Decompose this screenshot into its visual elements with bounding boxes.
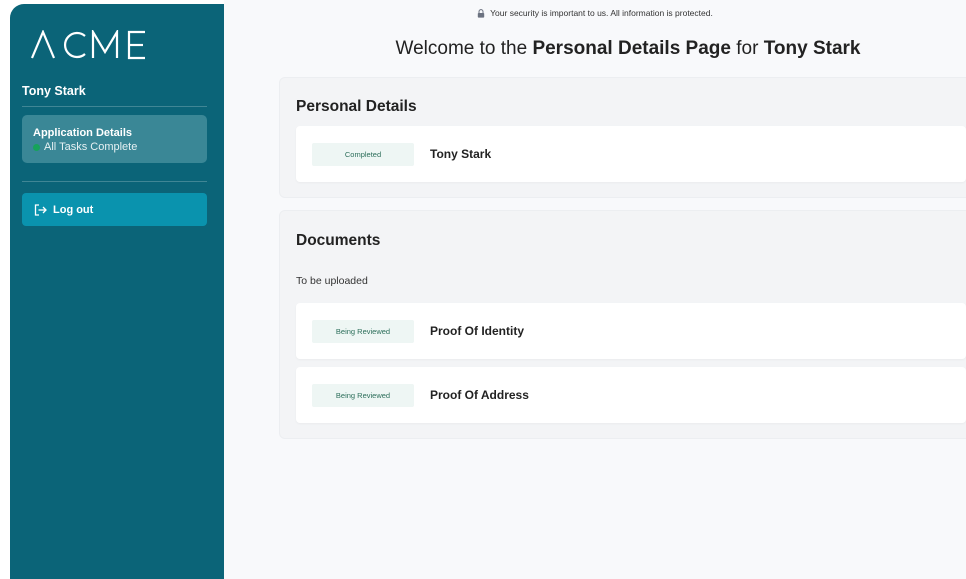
- personal-details-item-label: Tony Stark: [430, 147, 492, 161]
- page-title: Welcome to the Personal Details Page for…: [224, 38, 966, 60]
- security-notice: Your security is important to us. All in…: [224, 8, 966, 18]
- application-status-text: All Tasks Complete: [44, 141, 138, 153]
- page-title-page: Personal Details Page: [532, 38, 731, 59]
- logout-label: Log out: [53, 203, 94, 216]
- personal-details-heading: Personal Details: [296, 98, 417, 115]
- lock-icon: [477, 8, 485, 18]
- personal-details-section: Personal Details Completed Tony Stark: [279, 77, 966, 198]
- document-item-label: Proof Of Identity: [430, 324, 524, 338]
- application-status: All Tasks Complete: [33, 140, 196, 154]
- page-title-middle: for: [730, 38, 764, 59]
- acme-logo[interactable]: [22, 24, 207, 66]
- logout-icon: [34, 203, 47, 216]
- main-content: Your security is important to us. All in…: [224, 0, 966, 579]
- application-details-title: Application Details: [33, 127, 133, 139]
- sidebar-divider: [22, 181, 207, 182]
- logout-button[interactable]: Log out: [22, 193, 207, 226]
- page-title-prefix: Welcome to the: [395, 38, 533, 59]
- page-title-name: Tony Stark: [763, 38, 861, 59]
- documents-subheading: To be uploaded: [296, 275, 368, 287]
- personal-details-item[interactable]: Completed Tony Stark: [296, 126, 966, 182]
- documents-heading: Documents: [296, 232, 381, 249]
- document-item-identity[interactable]: Being Reviewed Proof Of Identity: [296, 303, 966, 359]
- document-item-label: Proof Of Address: [430, 388, 529, 402]
- acme-logo-mark: [30, 30, 145, 60]
- document-item-address[interactable]: Being Reviewed Proof Of Address: [296, 367, 966, 423]
- status-dot-icon: [33, 143, 40, 151]
- status-badge: Completed: [312, 142, 414, 166]
- security-notice-text: Your security is important to us. All in…: [490, 8, 713, 18]
- application-details-card[interactable]: Application Details All Tasks Complete: [22, 115, 207, 163]
- documents-section: Documents To be uploaded Being Reviewed …: [279, 210, 966, 439]
- sidebar-user-name: Tony Stark: [22, 84, 207, 107]
- status-badge: Being Reviewed: [312, 319, 414, 343]
- sidebar: Tony Stark Application Details All Tasks…: [10, 4, 224, 579]
- status-badge: Being Reviewed: [312, 383, 414, 407]
